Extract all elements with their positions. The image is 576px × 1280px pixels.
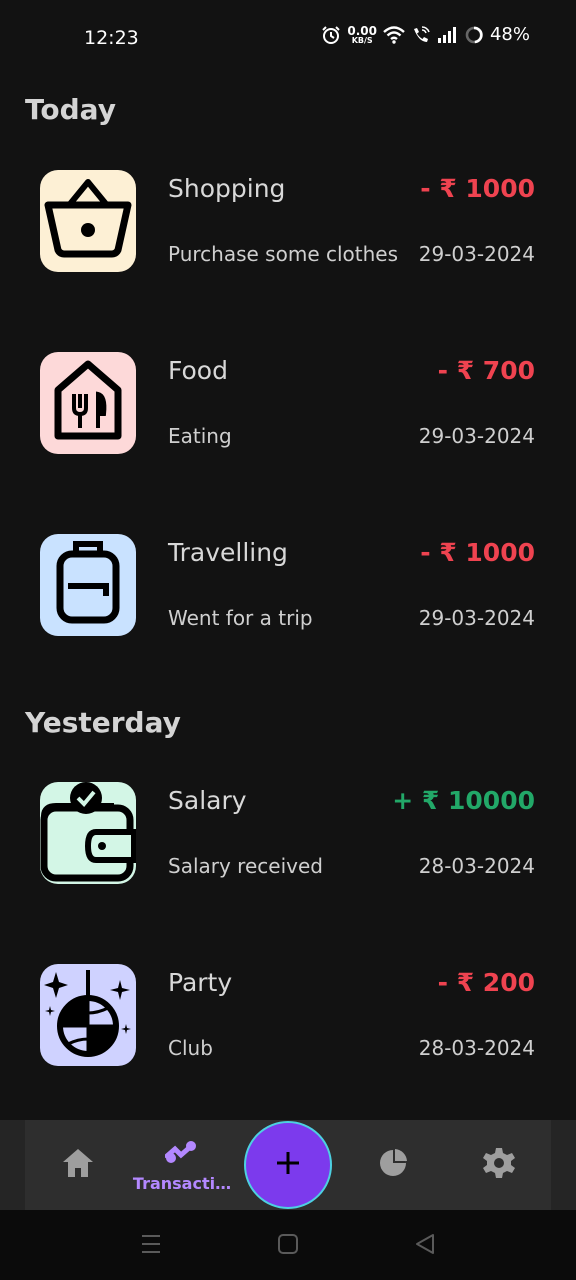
transaction-amount: - ₹ 1000 — [420, 174, 535, 203]
network-speed: 0.00 KB/S — [347, 25, 377, 45]
txn-icon-container — [40, 170, 136, 272]
disco-ball-icon — [40, 964, 136, 1066]
home-icon — [61, 1147, 95, 1183]
battery-percentage: 48% — [489, 24, 530, 45]
backpack-icon — [40, 534, 136, 636]
home-button[interactable] — [277, 1232, 299, 1260]
transaction-amount: - ₹ 200 — [437, 968, 535, 997]
network-speed-value: 0.00 — [347, 23, 377, 38]
transaction-date: 28-03-2024 — [418, 1036, 535, 1060]
nav-settings[interactable] — [478, 1120, 520, 1210]
transaction-item-shopping[interactable]: Shopping - ₹ 1000 Purchase some clothes … — [0, 170, 576, 274]
status-bar: 12:23 0.00 KB/S 48% — [0, 0, 576, 78]
transaction-title: Travelling — [168, 538, 288, 567]
transaction-amount: - ₹ 700 — [437, 356, 535, 385]
shopping-basket-icon — [40, 170, 136, 272]
transaction-amount: - ₹ 1000 — [420, 538, 535, 567]
settings-icon — [483, 1147, 515, 1183]
nav-statistics[interactable] — [372, 1120, 414, 1210]
transactions-icon — [164, 1138, 199, 1168]
txn-icon-container — [40, 964, 136, 1066]
transaction-description: Went for a trip — [168, 606, 313, 630]
transaction-title: Salary — [168, 786, 247, 815]
transaction-description: Club — [168, 1036, 213, 1060]
transaction-title: Food — [168, 356, 228, 385]
transaction-date: 29-03-2024 — [418, 424, 535, 448]
section-title-yesterday: Yesterday — [25, 706, 181, 739]
transaction-date: 28-03-2024 — [418, 854, 535, 878]
battery-icon — [465, 26, 483, 44]
transaction-description: Eating — [168, 424, 232, 448]
txn-icon-container — [40, 534, 136, 636]
transaction-item-travelling[interactable]: Travelling - ₹ 1000 Went for a trip 29-0… — [0, 534, 576, 638]
wifi-call-icon — [411, 25, 431, 45]
add-transaction-button[interactable] — [244, 1121, 332, 1209]
transaction-title: Shopping — [168, 174, 286, 203]
status-icons: 0.00 KB/S 48% — [321, 24, 530, 45]
nav-transactions[interactable]: Transacti… — [126, 1120, 238, 1210]
network-speed-unit: KB/S — [351, 35, 373, 45]
nav-transactions-label: Transacti… — [132, 1173, 232, 1193]
add-icon — [275, 1150, 301, 1180]
transaction-description: Purchase some clothes — [168, 242, 399, 266]
transaction-date: 29-03-2024 — [418, 606, 535, 630]
transaction-title: Party — [168, 968, 233, 997]
transaction-amount: + ₹ 10000 — [392, 786, 535, 815]
restaurant-icon — [40, 352, 136, 454]
txn-icon-container — [40, 352, 136, 454]
alarm-icon — [321, 25, 341, 45]
wifi-icon — [383, 25, 405, 44]
transaction-date: 29-03-2024 — [418, 242, 535, 266]
txn-icon-container — [40, 782, 136, 884]
status-time: 12:23 — [84, 27, 139, 49]
transaction-item-party[interactable]: Party - ₹ 200 Club 28-03-2024 — [0, 964, 576, 1068]
recent-apps-button[interactable] — [140, 1232, 162, 1260]
system-navigation-bar — [0, 1210, 576, 1280]
signal-icon — [437, 26, 459, 44]
wallet-icon — [40, 782, 136, 884]
transaction-item-food[interactable]: Food - ₹ 700 Eating 29-03-2024 — [0, 352, 576, 456]
pie-chart-icon — [378, 1148, 408, 1182]
nav-home[interactable] — [58, 1120, 98, 1210]
section-title-today: Today — [25, 93, 116, 126]
transaction-item-salary[interactable]: Salary + ₹ 10000 Salary received 28-03-2… — [0, 782, 576, 886]
back-button[interactable] — [414, 1232, 436, 1260]
transaction-description: Salary received — [168, 854, 323, 878]
